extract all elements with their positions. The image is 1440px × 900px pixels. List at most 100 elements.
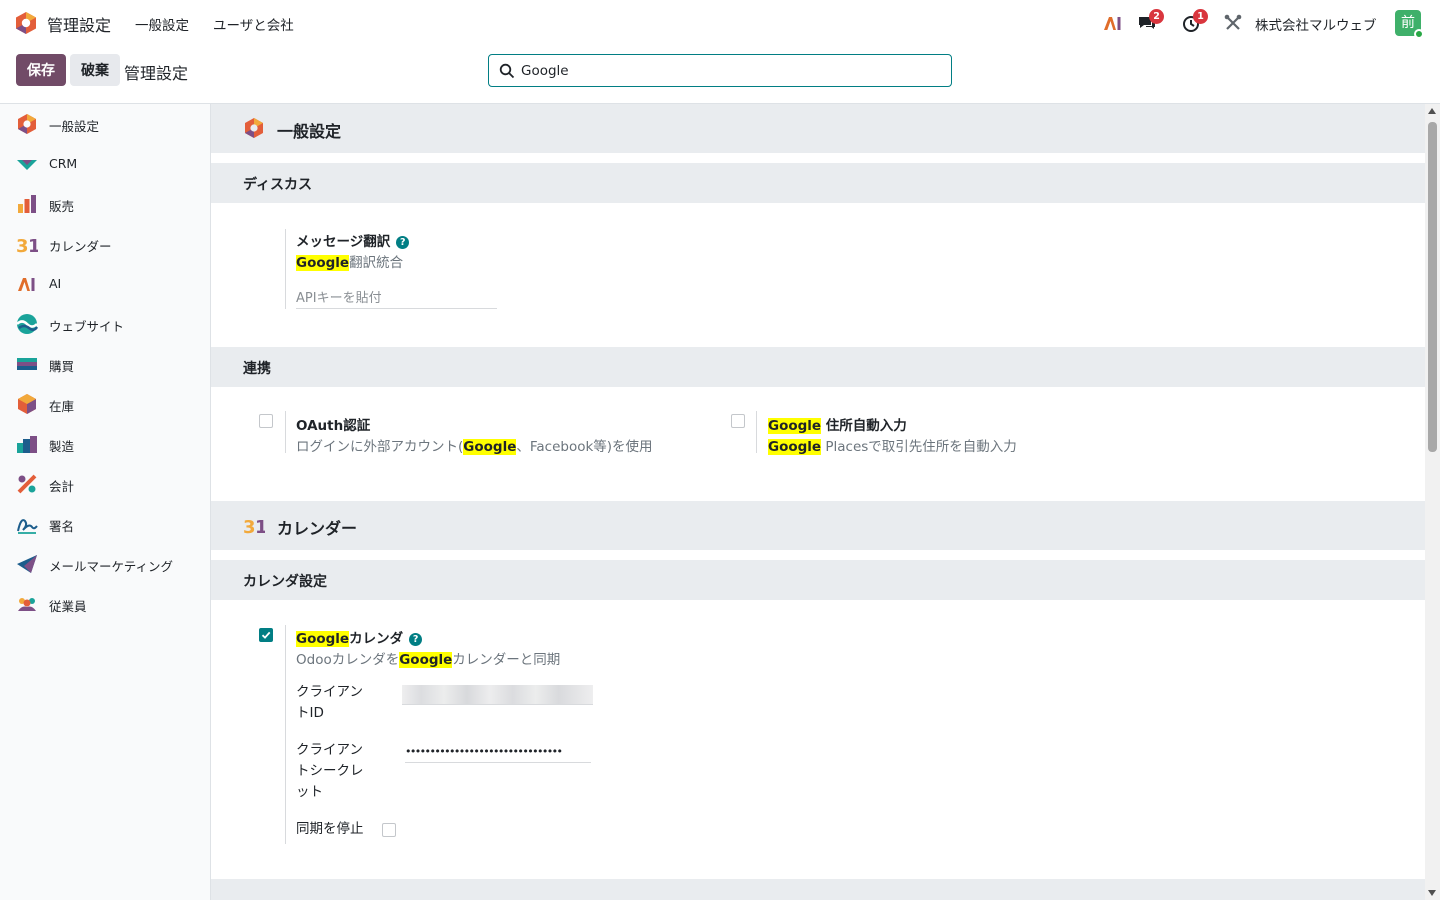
svg-text:3: 3: [16, 236, 29, 255]
svg-text:3: 3: [243, 517, 256, 536]
sidebar-item-label: 販売: [49, 199, 75, 214]
settings-content: 一般設定 ディスカス メッセージ翻訳? Google翻訳統合 連携 OAuth認…: [211, 104, 1425, 900]
search-highlight: Google: [296, 255, 350, 271]
search-highlight: Google: [399, 652, 453, 668]
oauth-checkbox[interactable]: [259, 414, 273, 428]
sidebar-item-accounting[interactable]: 会計: [0, 464, 210, 504]
scroll-up-arrow-icon[interactable]: [1428, 108, 1436, 114]
search-box[interactable]: [488, 54, 952, 87]
inventory-icon: [18, 394, 36, 414]
sidebar-item-label: 在庫: [49, 399, 75, 414]
sidebar-item-label: 購買: [49, 359, 75, 374]
description-text: 翻訳統合: [349, 255, 404, 271]
setting-divider: [756, 411, 757, 453]
sidebar-item-manufacturing[interactable]: 製造: [0, 424, 210, 464]
svg-text:1: 1: [255, 517, 265, 536]
online-status-dot: [1414, 29, 1424, 39]
client-id-label: クライアントID: [296, 684, 363, 721]
ai-icon: [18, 278, 35, 291]
sales-icon: [18, 195, 36, 213]
breadcrumb: 管理設定: [124, 64, 189, 83]
checkmark-icon: [261, 631, 271, 639]
svg-text:1: 1: [28, 236, 38, 255]
odoo-logo[interactable]: [14, 11, 38, 35]
help-icon[interactable]: ?: [396, 236, 410, 249]
section-header-calendar-settings: カレンダ設定: [211, 560, 1425, 600]
menu-users-companies[interactable]: ユーザと会社: [213, 14, 294, 34]
calendar-31-icon: 3 1: [243, 517, 265, 536]
section-title: ディスカス: [243, 177, 313, 193]
save-button[interactable]: 保存: [16, 54, 66, 86]
page-scrollbar[interactable]: [1425, 104, 1440, 900]
sidebar-item-ai[interactable]: AI: [0, 264, 210, 304]
description-text: Odooカレンダを: [296, 652, 400, 668]
search-icon: [499, 63, 515, 79]
discard-button[interactable]: 破棄: [70, 54, 120, 86]
sidebar-item-label: 従業員: [49, 599, 87, 614]
sidebar-item-label: メールマーケティング: [49, 559, 174, 574]
search-highlight: Google: [768, 418, 822, 434]
places-autocomplete-checkbox[interactable]: [731, 414, 745, 428]
control-panel: 保存 破棄 管理設定: [0, 46, 1440, 104]
sign-icon: [17, 519, 38, 534]
pause-sync-checkbox[interactable]: [382, 823, 396, 837]
scrollbar-thumb[interactable]: [1428, 122, 1437, 452]
accounting-icon: [17, 474, 37, 494]
sidebar-item-label: 製造: [49, 439, 75, 454]
section-title: 連携: [243, 361, 271, 377]
setting-divider: [285, 625, 286, 844]
setting-description: OdooカレンダをGoogleカレンダーと同期: [296, 648, 560, 668]
settings-sidebar: 一般設定 CRM 販売 3 1 カレンダー AI ウェブサイト 購買 在庫 製造…: [0, 104, 211, 900]
description-text: Placesで取引先住所を自動入力: [821, 439, 1017, 455]
sidebar-item-label: 一般設定: [49, 119, 100, 134]
sidebar-item-purchase[interactable]: 購買: [0, 344, 210, 384]
description-text: 、Facebook等)を使用: [516, 439, 653, 455]
app-header-next: [211, 879, 1425, 900]
chat-icon[interactable]: 2: [1136, 9, 1164, 34]
pause-sync-label: 同期を停止: [296, 821, 364, 837]
debug-tools-icon[interactable]: [1222, 12, 1244, 34]
app-header-title: カレンダー: [277, 519, 358, 538]
sidebar-item-calendar[interactable]: 3 1 カレンダー: [0, 224, 210, 264]
purchase-icon: [17, 358, 37, 370]
setting-title: メッセージ翻訳: [296, 234, 391, 250]
sidebar-item-employees[interactable]: 従業員: [0, 584, 210, 624]
crm-icon: [17, 160, 37, 170]
sidebar-item-label: 署名: [49, 519, 75, 534]
client-secret-field[interactable]: ••••••••••••••••••••••••••••••••: [405, 741, 591, 763]
title-text: 住所自動入力: [821, 418, 907, 434]
section-header-discuss: ディスカス: [211, 163, 1425, 203]
search-input[interactable]: [521, 60, 941, 82]
sidebar-item-crm[interactable]: CRM: [0, 144, 210, 184]
messages-badge: 2: [1149, 9, 1164, 24]
scroll-down-arrow-icon[interactable]: [1428, 890, 1436, 896]
sidebar-item-email-marketing[interactable]: メールマーケティング: [0, 544, 210, 584]
help-icon[interactable]: ?: [409, 633, 423, 646]
app-title[interactable]: 管理設定: [47, 12, 111, 36]
google-calendar-checkbox[interactable]: [259, 628, 273, 642]
sidebar-item-website[interactable]: ウェブサイト: [0, 304, 210, 344]
employees-icon: [18, 598, 36, 611]
menu-general-settings[interactable]: 一般設定: [135, 14, 189, 34]
calendar-31-icon: 3 1: [16, 236, 38, 255]
setting-divider: [285, 411, 286, 453]
avatar-initial: 前: [1401, 15, 1415, 31]
top-navbar: 管理設定 一般設定 ユーザと会社 2 1 株式会社マルウェブ 前: [0, 0, 1440, 46]
title-text: カレンダ: [349, 631, 404, 647]
sidebar-item-sign[interactable]: 署名: [0, 504, 210, 544]
client-id-field[interactable]: [402, 685, 593, 705]
company-switcher[interactable]: 株式会社マルウェブ: [1255, 14, 1377, 34]
setting-description: Google Placesで取引先住所を自動入力: [768, 435, 1017, 455]
activity-clock-icon[interactable]: 1: [1181, 9, 1208, 34]
sidebar-item-general[interactable]: 一般設定: [0, 104, 210, 144]
app-header-title: 一般設定: [277, 122, 342, 141]
sidebar-item-sales[interactable]: 販売: [0, 184, 210, 224]
activities-badge: 1: [1193, 9, 1208, 24]
sidebar-item-inventory[interactable]: 在庫: [0, 384, 210, 424]
api-key-input[interactable]: [296, 288, 497, 309]
avatar[interactable]: 前: [1395, 10, 1424, 39]
ai-icon[interactable]: [1102, 12, 1124, 34]
description-text: カレンダーと同期: [452, 652, 561, 668]
settings-app-icon: [245, 118, 263, 138]
sidebar-item-label: ウェブサイト: [49, 319, 125, 334]
